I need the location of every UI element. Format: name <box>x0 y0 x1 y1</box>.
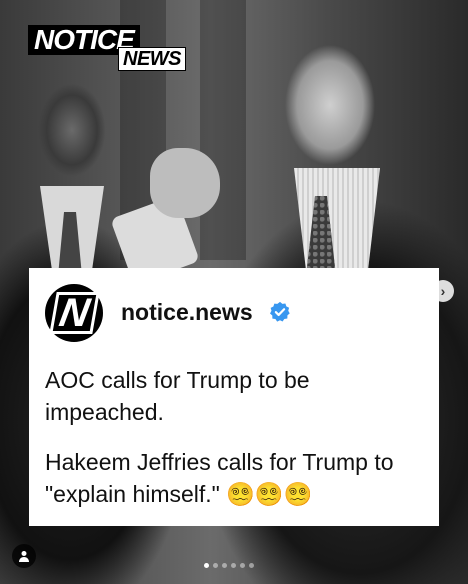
post-text-line-2: Hakeem Jeffries calls for Trump to "expl… <box>45 449 394 507</box>
post-card: N notice.news AOC calls for Trump to be … <box>29 268 439 526</box>
background-window <box>200 0 246 260</box>
carousel-dot <box>222 563 227 568</box>
carousel-dot <box>249 563 254 568</box>
carousel-dot <box>213 563 218 568</box>
avatar-letter: N <box>48 291 100 335</box>
carousel-dot <box>204 563 209 568</box>
chevron-right-icon[interactable]: › <box>432 280 454 302</box>
username[interactable]: notice.news <box>121 299 253 326</box>
person-icon-glyph <box>19 551 29 562</box>
carousel-dot <box>240 563 245 568</box>
notice-news-logo: NOTICE NEWS <box>28 25 188 73</box>
person-icon[interactable] <box>12 544 36 568</box>
post-text-line-1: AOC calls for Trump to be impeached. <box>45 367 310 425</box>
right-person-collar <box>294 168 380 278</box>
verified-badge-icon <box>270 301 290 322</box>
raised-hand <box>150 148 220 218</box>
logo-news-text: NEWS <box>118 47 186 71</box>
avatar[interactable]: N <box>45 284 103 342</box>
carousel-dot <box>231 563 236 568</box>
carousel-indicator <box>204 563 254 571</box>
